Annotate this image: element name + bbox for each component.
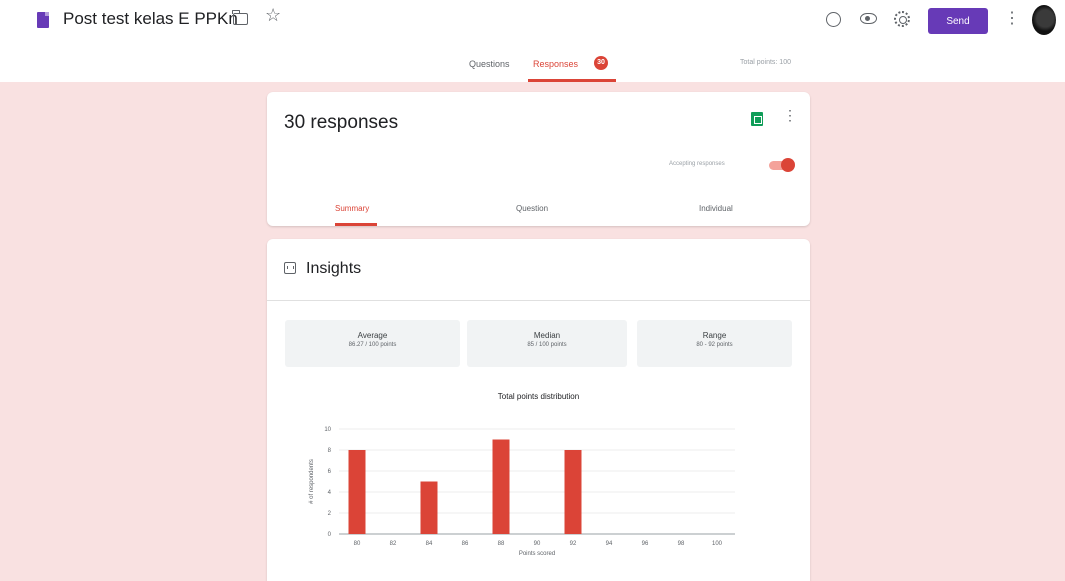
stat-average-label: Average	[357, 331, 388, 340]
x-tick-label: 94	[606, 541, 613, 547]
avatar[interactable]	[1032, 5, 1056, 35]
divider	[267, 300, 810, 301]
more-vert-icon[interactable]: ⋮	[1004, 10, 1020, 28]
x-tick-label: 90	[534, 541, 541, 547]
stat-median: Median 85 / 100 points	[467, 320, 627, 367]
x-tick-label: 98	[678, 541, 685, 547]
accepting-responses-label: Accepting responses	[669, 161, 725, 167]
y-tick-label: 2	[328, 511, 332, 517]
x-tick-label: 80	[354, 541, 361, 547]
stat-average: Average 86.27 / 100 points	[285, 320, 460, 367]
points-distribution-chart: 0 2 4 6 8 10 80 82 84 86 88 90 92 94 96 98 100 Points sco…	[309, 427, 735, 557]
insights-icon	[284, 262, 296, 274]
stat-median-label: Median	[533, 331, 561, 340]
y-tick-label: 8	[328, 448, 332, 454]
form-tabs: Questions Responses 30 Total points: 100	[0, 46, 1065, 82]
tab-questions[interactable]: Questions	[469, 59, 510, 69]
x-tick-label: 82	[390, 541, 397, 547]
bar	[492, 439, 510, 534]
stat-range-label: Range	[702, 331, 727, 340]
tab-responses[interactable]: Responses	[533, 59, 578, 69]
insights-title: Insights	[306, 260, 362, 277]
star-icon[interactable]: ☆	[265, 6, 281, 24]
subtab-individual[interactable]: Individual	[699, 204, 733, 213]
palette-icon[interactable]	[826, 12, 841, 27]
subtab-summary[interactable]: Summary	[335, 204, 369, 213]
accepting-responses-toggle[interactable]	[769, 158, 795, 172]
responses-count: 30 responses	[284, 112, 399, 133]
responses-card: 30 responses ⋮ Accepting responses Summa…	[267, 92, 810, 226]
stat-average-value: 86.27 / 100 points	[348, 342, 397, 348]
y-tick-label: 6	[328, 469, 332, 475]
x-tick-label: 96	[642, 541, 649, 547]
forms-doc-icon	[37, 12, 49, 28]
x-tick-label: 84	[426, 541, 433, 547]
bar	[348, 450, 366, 534]
active-subtab-indicator	[335, 223, 377, 226]
x-tick-label: 88	[498, 541, 505, 547]
active-tab-indicator	[528, 79, 616, 82]
x-tick-label: 92	[570, 541, 577, 547]
y-tick-label: 0	[328, 532, 332, 538]
stat-range: Range 80 - 92 points	[637, 320, 792, 367]
y-axis-label: # of respondents	[309, 459, 315, 504]
total-points: Total points: 100	[740, 59, 791, 66]
subtab-question[interactable]: Question	[516, 204, 548, 213]
stat-range-value: 80 - 92 points	[696, 342, 733, 348]
x-tick-label: 100	[712, 541, 723, 547]
bar	[420, 481, 438, 534]
y-tick-label: 4	[328, 490, 332, 496]
responses-count-badge: 30	[594, 56, 608, 70]
top-header: Post test kelas E PPKn ☆ Send ⋮	[0, 0, 1065, 46]
eye-icon[interactable]	[860, 13, 877, 24]
x-axis-label: Points scored	[519, 551, 555, 557]
y-tick-label: 10	[324, 427, 331, 433]
bar	[564, 450, 582, 534]
sheets-icon[interactable]	[751, 112, 763, 126]
insights-card: Insights Average 86.27 / 100 points Medi…	[267, 239, 810, 581]
send-button[interactable]: Send	[928, 8, 988, 34]
more-vert-icon[interactable]: ⋮	[783, 107, 797, 124]
document-title[interactable]: Post test kelas E PPKn	[63, 9, 238, 29]
folder-icon[interactable]	[232, 10, 248, 25]
stat-median-value: 85 / 100 points	[527, 342, 567, 348]
gear-icon[interactable]	[894, 11, 910, 27]
x-tick-label: 86	[462, 541, 469, 547]
